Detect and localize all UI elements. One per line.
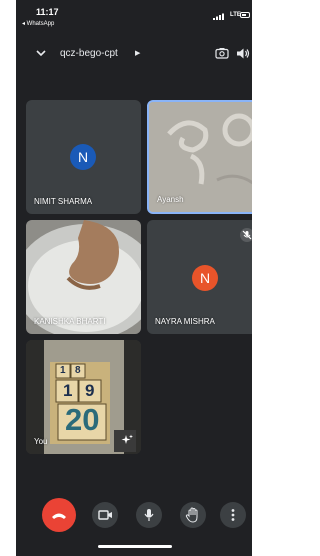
- status-time: 11:17: [36, 7, 59, 17]
- battery-icon: [240, 12, 250, 18]
- camera-button[interactable]: [92, 502, 118, 528]
- status-bar: 11:17 ◂ WhatsApp LTE: [16, 0, 252, 34]
- switch-camera-icon[interactable]: [215, 47, 229, 59]
- participant-name: KANISHKA BHARTI: [34, 317, 106, 326]
- microphone-icon: [144, 509, 154, 521]
- participant-tile[interactable]: N NIMIT SHARMA: [26, 100, 141, 214]
- avatar: N: [192, 265, 218, 291]
- participant-tile[interactable]: KANISHKA BHARTI: [26, 220, 141, 334]
- card-number-9: 9: [85, 381, 95, 400]
- caret-right-icon[interactable]: ▶: [135, 49, 140, 57]
- self-view-tile[interactable]: 1 8 1 9 20 You: [26, 340, 141, 454]
- participant-tile-active-speaker[interactable]: Ayansh: [147, 100, 252, 214]
- speaker-icon[interactable]: [236, 47, 250, 60]
- card-number-1: 1: [60, 365, 66, 376]
- participant-name: NIMIT SHARMA: [34, 197, 93, 206]
- participant-name: You: [34, 437, 48, 446]
- chevron-down-icon[interactable]: [34, 46, 48, 60]
- signal-icon: [213, 13, 224, 20]
- participant-tile[interactable]: N NAYRA MISHRA: [147, 220, 252, 334]
- back-to-whatsapp-link[interactable]: ◂ WhatsApp: [22, 20, 54, 27]
- meeting-code[interactable]: qcz-bego-cpt: [60, 48, 118, 59]
- muted-mic-icon: [240, 228, 252, 242]
- home-indicator[interactable]: [98, 545, 172, 548]
- end-call-icon: [52, 513, 66, 519]
- avatar: N: [70, 144, 96, 170]
- hand-icon: [185, 507, 198, 523]
- meet-screen: 11:17 ◂ WhatsApp LTE qcz-bego-cpt ▶ N NI…: [16, 0, 252, 556]
- microphone-button[interactable]: [136, 502, 162, 528]
- card-number-8: 8: [75, 365, 81, 376]
- video-camera-icon: [98, 510, 112, 520]
- card-number-20: 20: [65, 402, 100, 437]
- call-controls: [16, 498, 252, 534]
- participant-name: Ayansh: [157, 195, 184, 204]
- card-number-1b: 1: [63, 381, 73, 400]
- more-options-button[interactable]: [220, 502, 246, 528]
- more-vert-icon: [231, 509, 235, 521]
- end-call-button[interactable]: [42, 498, 76, 532]
- raise-hand-button[interactable]: [180, 502, 206, 528]
- meeting-header: qcz-bego-cpt ▶: [16, 40, 252, 68]
- participant-name: NAYRA MISHRA: [155, 317, 215, 326]
- effects-sparkle-icon[interactable]: [121, 434, 133, 446]
